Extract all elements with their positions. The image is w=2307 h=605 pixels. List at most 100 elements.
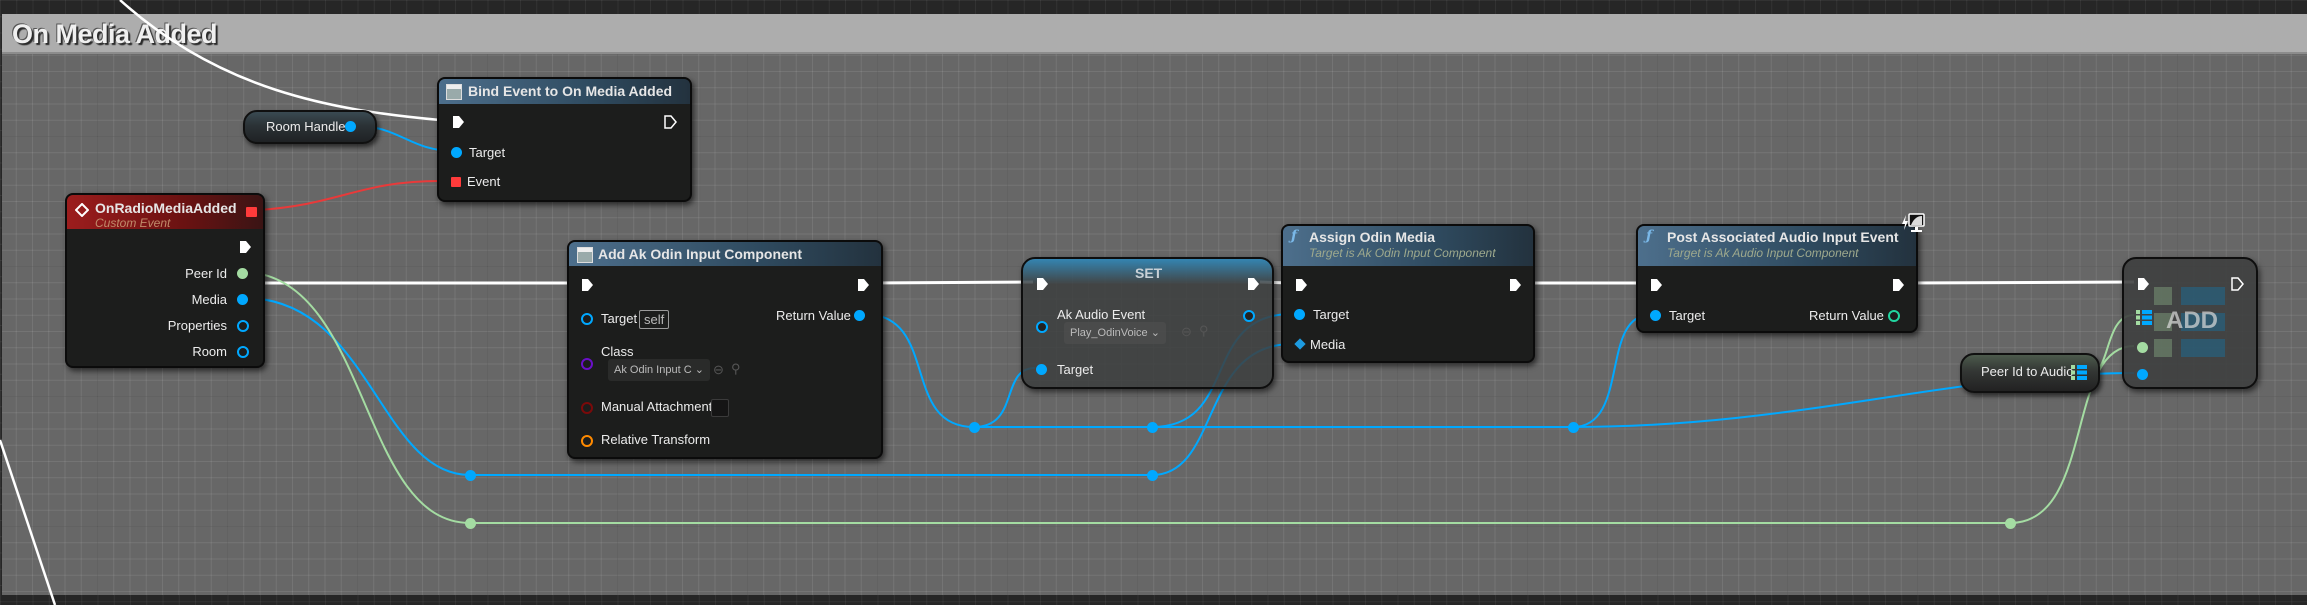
event-label: Event	[467, 174, 501, 189]
function-box-icon	[446, 84, 462, 100]
manual-attachment-label: Manual Attachment	[601, 399, 713, 414]
target-label: Target	[469, 145, 506, 160]
exec-in-pin[interactable]	[1295, 278, 1308, 292]
exec-out-pin[interactable]	[1509, 278, 1522, 292]
use-selected-icon[interactable]: ⊖	[713, 362, 724, 378]
target-pin[interactable]	[581, 313, 593, 325]
media-pin[interactable]	[237, 294, 248, 305]
media-pin[interactable]	[1294, 338, 1306, 350]
exec-in-pin[interactable]	[1650, 278, 1663, 292]
exec-out-pin[interactable]	[1247, 277, 1260, 291]
peer-id-label: Peer Id	[185, 266, 227, 281]
reroute-knot[interactable]	[465, 518, 476, 529]
reroute-knot[interactable]	[465, 470, 476, 481]
peer-id-to-audio-label: Peer Id to Audio	[1981, 364, 2074, 379]
return-value-label: Return Value	[1809, 308, 1884, 323]
post-audio-event-subtitle: Target is Ak Audio Input Component	[1667, 246, 1859, 260]
browse-search-icon[interactable]: ⚲	[731, 361, 741, 377]
exec-out-pin[interactable]	[1892, 278, 1905, 292]
exec-in-pin[interactable]	[2137, 277, 2150, 291]
exec-in-pin[interactable]	[1036, 277, 1049, 291]
map-add-node[interactable]: ADD	[2122, 257, 2258, 389]
media-label: Media	[1310, 337, 1346, 352]
function-f-icon: ƒ	[1646, 228, 1653, 244]
ak-audio-event-dropdown[interactable]: Play_OdinVoice ⌄	[1064, 322, 1166, 344]
map-add-watermark-key	[2154, 339, 2172, 357]
manual-attachment-checkbox[interactable]	[711, 399, 729, 417]
bind-event-node[interactable]: Bind Event to On Media Added Target Even…	[437, 77, 692, 202]
set-title: SET	[1135, 265, 1163, 281]
target-label: Target	[601, 311, 638, 326]
room-handle-node[interactable]: Room Handle	[243, 110, 377, 144]
set-output-pin[interactable]	[1243, 310, 1255, 322]
use-selected-icon[interactable]: ⊖	[1181, 324, 1192, 340]
set-variable-node[interactable]: SET Ak Audio Event Play_OdinVoice ⌄ ⊖ ⚲ …	[1021, 257, 1274, 389]
assign-odin-media-node[interactable]: ƒ Assign Odin Media Target is Ak Odin In…	[1281, 224, 1535, 363]
client-only-monitor-icon	[1902, 213, 1925, 232]
custom-event-node[interactable]: OnRadioMediaAdded Custom Event Peer Id M…	[65, 193, 265, 368]
map-add-title: ADD	[2166, 307, 2218, 334]
reroute-knot[interactable]	[969, 422, 980, 433]
class-value: Ak Odin Input C	[614, 364, 692, 376]
target-pin[interactable]	[451, 147, 462, 158]
ak-audio-event-pin[interactable]	[1036, 321, 1048, 333]
value-pin[interactable]	[2137, 369, 2148, 380]
exec-out-pin[interactable]	[239, 240, 252, 254]
target-label: Target	[1669, 308, 1706, 323]
target-pin[interactable]	[1036, 364, 1047, 375]
post-audio-event-title: Post Associated Audio Input Event	[1667, 229, 1899, 245]
media-label: Media	[191, 292, 227, 307]
target-self-field[interactable]: self	[639, 310, 670, 329]
properties-pin[interactable]	[237, 320, 249, 332]
reroute-knot[interactable]	[2005, 518, 2016, 529]
exec-in-pin[interactable]	[581, 278, 594, 292]
class-pin[interactable]	[581, 358, 593, 370]
bind-event-title: Bind Event to On Media Added	[468, 83, 673, 99]
assign-odin-media-title: Assign Odin Media	[1309, 229, 1436, 245]
add-component-node[interactable]: Add Ak Odin Input Component Target self …	[567, 240, 883, 459]
exec-out-pin[interactable]	[857, 278, 870, 292]
reroute-knot[interactable]	[1147, 422, 1158, 433]
room-label: Room	[192, 344, 227, 359]
map-target-pin[interactable]	[2136, 310, 2152, 325]
properties-label: Properties	[167, 318, 227, 333]
ak-audio-event-label: Ak Audio Event	[1057, 307, 1146, 322]
key-pin[interactable]	[2137, 342, 2148, 353]
event-delegate-pin[interactable]	[451, 177, 461, 187]
manual-attachment-pin[interactable]	[581, 402, 593, 414]
map-pin-icon[interactable]	[2071, 365, 2087, 380]
target-pin[interactable]	[1650, 310, 1661, 321]
exec-out-pin[interactable]	[2231, 277, 2244, 291]
reroute-knot[interactable]	[1147, 470, 1158, 481]
exec-in-pin[interactable]	[452, 115, 465, 129]
ak-audio-event-value: Play_OdinVoice	[1070, 327, 1148, 339]
class-dropdown[interactable]: Ak Odin Input C ⌄	[608, 359, 710, 381]
target-pin[interactable]	[1294, 309, 1305, 320]
function-box-icon	[577, 247, 593, 263]
target-label: Target	[1057, 362, 1094, 377]
peer-id-to-audio-node[interactable]: Peer Id to Audio	[1960, 353, 2100, 393]
function-f-icon: ƒ	[1291, 228, 1298, 244]
add-component-title: Add Ak Odin Input Component	[598, 246, 803, 262]
custom-event-subtitle: Custom Event	[95, 216, 171, 230]
return-value-pin[interactable]	[1888, 310, 1900, 322]
delegate-output-pin[interactable]	[246, 207, 257, 217]
relative-transform-pin[interactable]	[581, 435, 593, 447]
assign-odin-media-subtitle: Target is Ak Odin Input Component	[1309, 246, 1496, 260]
reroute-knot[interactable]	[1568, 422, 1579, 433]
comment-title: On Media Added	[12, 19, 218, 49]
return-value-pin[interactable]	[854, 310, 865, 321]
relative-transform-label: Relative Transform	[601, 432, 711, 447]
browse-search-icon[interactable]: ⚲	[1199, 323, 1209, 339]
post-audio-event-node[interactable]: ƒ Post Associated Audio Input Event Targ…	[1636, 224, 1918, 333]
class-label: Class	[601, 344, 634, 359]
target-label: Target	[1313, 307, 1350, 322]
room-handle-label: Room Handle	[266, 119, 346, 134]
peer-id-pin[interactable]	[237, 268, 248, 279]
map-add-watermark-value	[2181, 287, 2225, 305]
room-handle-output-pin[interactable]	[345, 121, 356, 132]
room-pin[interactable]	[237, 346, 249, 358]
comment-header[interactable]	[2, 14, 2307, 54]
map-add-watermark-value	[2181, 339, 2225, 357]
exec-out-pin[interactable]	[664, 115, 677, 129]
